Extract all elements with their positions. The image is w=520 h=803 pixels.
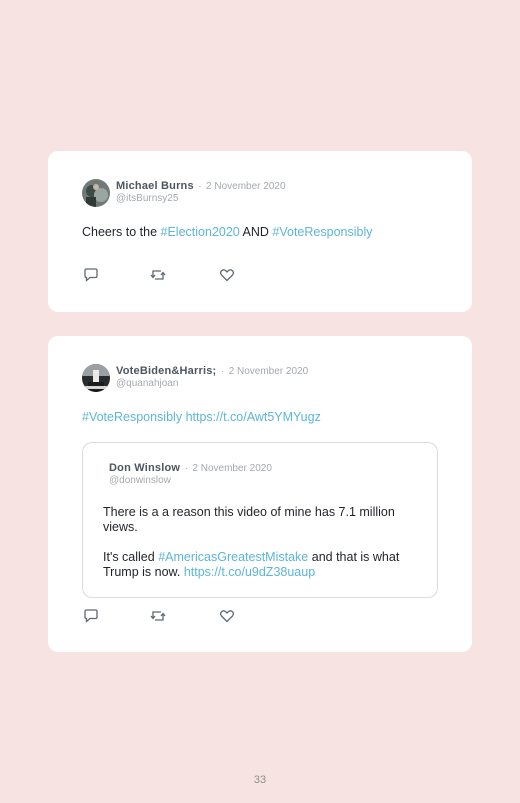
author-name[interactable]: VoteBiden&Harris; bbox=[116, 365, 216, 377]
tweet-text: #VoteResponsibly https://t.co/Awt5YMYugz bbox=[82, 410, 442, 425]
tweet-date[interactable]: 2 November 2020 bbox=[229, 366, 309, 377]
quoted-tweet-text: There is a a reason this video of mine h… bbox=[103, 505, 423, 580]
author-name[interactable]: Michael Burns bbox=[116, 180, 194, 192]
tweet-date[interactable]: 2 November 2020 bbox=[206, 181, 286, 192]
quoted-text-line: There is a a reason this video of mine h… bbox=[103, 505, 395, 534]
text-segment: AND bbox=[239, 225, 273, 239]
quoted-text-line: It's called #AmericasGreatestMistake and… bbox=[103, 550, 423, 580]
separator: · bbox=[198, 181, 202, 192]
text-segment: Cheers to the bbox=[82, 225, 161, 239]
author-handle[interactable]: @quanahjoan bbox=[116, 378, 308, 390]
tweet-header: Michael Burns · 2 November 2020 @itsBurn… bbox=[82, 179, 286, 207]
reply-icon[interactable] bbox=[83, 609, 99, 623]
url-link[interactable]: https://t.co/Awt5YMYugz bbox=[186, 410, 321, 424]
tweet-card: Michael Burns · 2 November 2020 @itsBurn… bbox=[48, 151, 472, 312]
author-handle[interactable]: @itsBurnsy25 bbox=[116, 193, 286, 205]
page-number: 33 bbox=[253, 774, 267, 786]
quoted-tweet-header: Don Winslow · 2 November 2020 @donwinslo… bbox=[109, 461, 272, 487]
author-name[interactable]: Don Winslow bbox=[109, 462, 180, 474]
reply-icon[interactable] bbox=[83, 268, 99, 282]
separator: · bbox=[184, 463, 188, 474]
tweet-date[interactable]: 2 November 2020 bbox=[192, 463, 272, 474]
hashtag-link[interactable]: #VoteResponsibly bbox=[272, 225, 372, 239]
quoted-tweet[interactable]: Don Winslow · 2 November 2020 @donwinslo… bbox=[82, 442, 438, 598]
heart-icon[interactable] bbox=[219, 268, 235, 282]
hashtag-link[interactable]: #AmericasGreatestMistake bbox=[158, 550, 308, 564]
hashtag-link[interactable]: #VoteResponsibly bbox=[82, 410, 182, 424]
retweet-icon[interactable] bbox=[150, 609, 166, 623]
hashtag-link[interactable]: #Election2020 bbox=[161, 225, 240, 239]
tweet-card: VoteBiden&Harris; · 2 November 2020 @qua… bbox=[48, 336, 472, 652]
avatar[interactable] bbox=[82, 364, 110, 392]
author-handle[interactable]: @donwinslow bbox=[109, 475, 272, 487]
tweet-text: Cheers to the #Election2020 AND #VoteRes… bbox=[82, 225, 442, 240]
tweet-header: VoteBiden&Harris; · 2 November 2020 @qua… bbox=[82, 364, 308, 392]
url-link[interactable]: https://t.co/u9dZ38uaup bbox=[184, 565, 315, 579]
heart-icon[interactable] bbox=[219, 609, 235, 623]
avatar[interactable] bbox=[82, 179, 110, 207]
separator: · bbox=[220, 366, 225, 377]
retweet-icon[interactable] bbox=[150, 268, 166, 282]
text-segment: It's called bbox=[103, 550, 159, 564]
